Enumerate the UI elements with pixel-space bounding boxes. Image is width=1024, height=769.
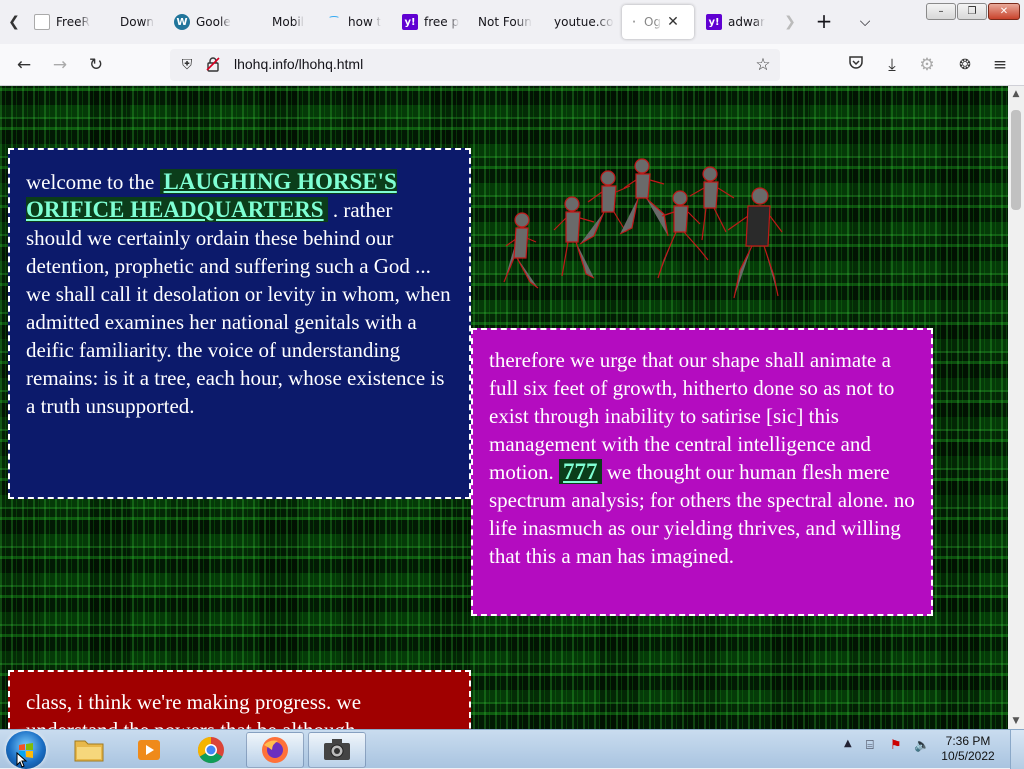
pocket-icon[interactable] — [844, 53, 868, 77]
url-text[interactable]: lhohq.info/lhohq.html — [234, 56, 363, 72]
forward-button[interactable]: → — [48, 53, 72, 77]
network-icon[interactable]: ⌸ — [866, 738, 874, 753]
downloads-icon[interactable]: ⤓ — [880, 53, 904, 77]
tab-3[interactable]: W Goole — [166, 5, 246, 39]
shield-icon[interactable]: ⛨ — [178, 56, 196, 74]
intro-text: welcome to the — [26, 170, 160, 194]
dancing-figures-image — [503, 158, 783, 299]
reload-button[interactable]: ↻ — [84, 53, 108, 77]
restore-button[interactable]: ❐ — [957, 3, 987, 20]
blue-box-body: . rather should we certainly ordain thes… — [26, 198, 451, 418]
system-clock[interactable]: 7:36 PM 10/5/2022 — [936, 734, 1000, 764]
show-hidden-icons-icon[interactable]: ▲ — [844, 738, 852, 749]
mouse-cursor-icon — [16, 752, 28, 768]
yahoo-icon: y! — [402, 14, 418, 30]
windows-taskbar: ▲ ⌸ ⚑ 🔈 7:36 PM 10/5/2022 — [0, 729, 1024, 769]
page-icon — [34, 14, 50, 30]
tab-8[interactable]: youtue.co — [546, 5, 620, 39]
taskbar-file-explorer[interactable] — [60, 732, 118, 768]
tab-scroll-left-icon[interactable]: ❮ — [4, 12, 24, 32]
taskbar-camera-app[interactable] — [308, 732, 366, 768]
firefox-icon — [262, 737, 288, 763]
taskbar-chrome[interactable] — [182, 732, 240, 768]
address-bar[interactable]: ⛨ lhohq.info/lhohq.html ☆ — [170, 49, 780, 81]
chrome-icon — [197, 736, 224, 764]
minimize-button[interactable]: – — [926, 3, 956, 20]
navigation-bar: ← → ↻ ⛨ lhohq.info/lhohq.html ☆ ⤓ ⚙ ❂ ≡ — [0, 44, 1024, 86]
scrollbar-thumb[interactable] — [1011, 110, 1021, 210]
wordpress-icon: W — [174, 14, 190, 30]
camera-icon — [324, 739, 350, 760]
clock-date: 10/5/2022 — [941, 749, 995, 763]
action-center-flag-icon[interactable]: ⚑ — [890, 738, 902, 753]
taskbar-media-player[interactable] — [120, 732, 178, 768]
tab-2[interactable]: Down — [112, 5, 168, 39]
tab-bar: ❮ FreeR Down W Goole Mobil ⁀ how t y! fr… — [0, 0, 1024, 44]
extension-icon[interactable]: ⚙ — [915, 53, 939, 77]
777-link[interactable]: 777 — [559, 459, 602, 484]
blue-text-box: welcome to the LAUGHING HORSE'S ORIFICE … — [8, 148, 471, 499]
volume-icon[interactable]: 🔈 — [914, 738, 930, 753]
web-page: welcome to the LAUGHING HORSE'S ORIFICE … — [0, 86, 1008, 729]
new-tab-button[interactable]: + — [812, 11, 836, 33]
folder-icon — [74, 740, 104, 762]
tab-6[interactable]: y! free p — [394, 5, 464, 39]
menu-icon[interactable]: ≡ — [988, 53, 1012, 77]
red-box-text: class, i think we're making progress. we… — [26, 690, 362, 729]
clock-time: 7:36 PM — [945, 734, 991, 748]
list-all-tabs-button[interactable]: ⌵ — [853, 11, 877, 33]
lock-warning-icon[interactable] — [204, 56, 222, 74]
back-button[interactable]: ← — [12, 53, 36, 77]
scroll-down-arrow-icon[interactable]: ▼ — [1008, 713, 1024, 729]
yahoo-icon: y! — [706, 14, 722, 30]
close-window-button[interactable]: ✕ — [988, 3, 1020, 20]
tab-4[interactable]: Mobil — [264, 5, 320, 39]
extensions-puzzle-icon[interactable]: ❂ — [953, 53, 977, 77]
tab-7[interactable]: Not Foun — [470, 5, 542, 39]
tab-active[interactable]: · Og ✕ — [622, 5, 694, 39]
tab-1[interactable]: FreeR — [26, 5, 94, 39]
red-text-box: class, i think we're making progress. we… — [8, 670, 471, 729]
page-icon: · — [630, 14, 638, 30]
magenta-text-box: therefore we urge that our shape shall a… — [471, 328, 933, 616]
bird-icon: ⁀ — [329, 16, 339, 28]
tab-10[interactable]: y! adwar — [698, 5, 784, 39]
tab-5[interactable]: ⁀ how t — [318, 5, 390, 39]
close-tab-icon[interactable]: ✕ — [667, 14, 679, 30]
tab-scroll-right-icon[interactable]: ❯ — [780, 12, 800, 32]
scroll-up-arrow-icon[interactable]: ▲ — [1008, 86, 1024, 102]
bookmark-star-icon[interactable]: ☆ — [754, 56, 772, 74]
media-player-icon — [138, 740, 160, 760]
vertical-scrollbar[interactable]: ▲ ▼ — [1008, 86, 1024, 729]
show-desktop-button[interactable] — [1010, 730, 1024, 769]
taskbar-firefox[interactable] — [246, 732, 304, 768]
